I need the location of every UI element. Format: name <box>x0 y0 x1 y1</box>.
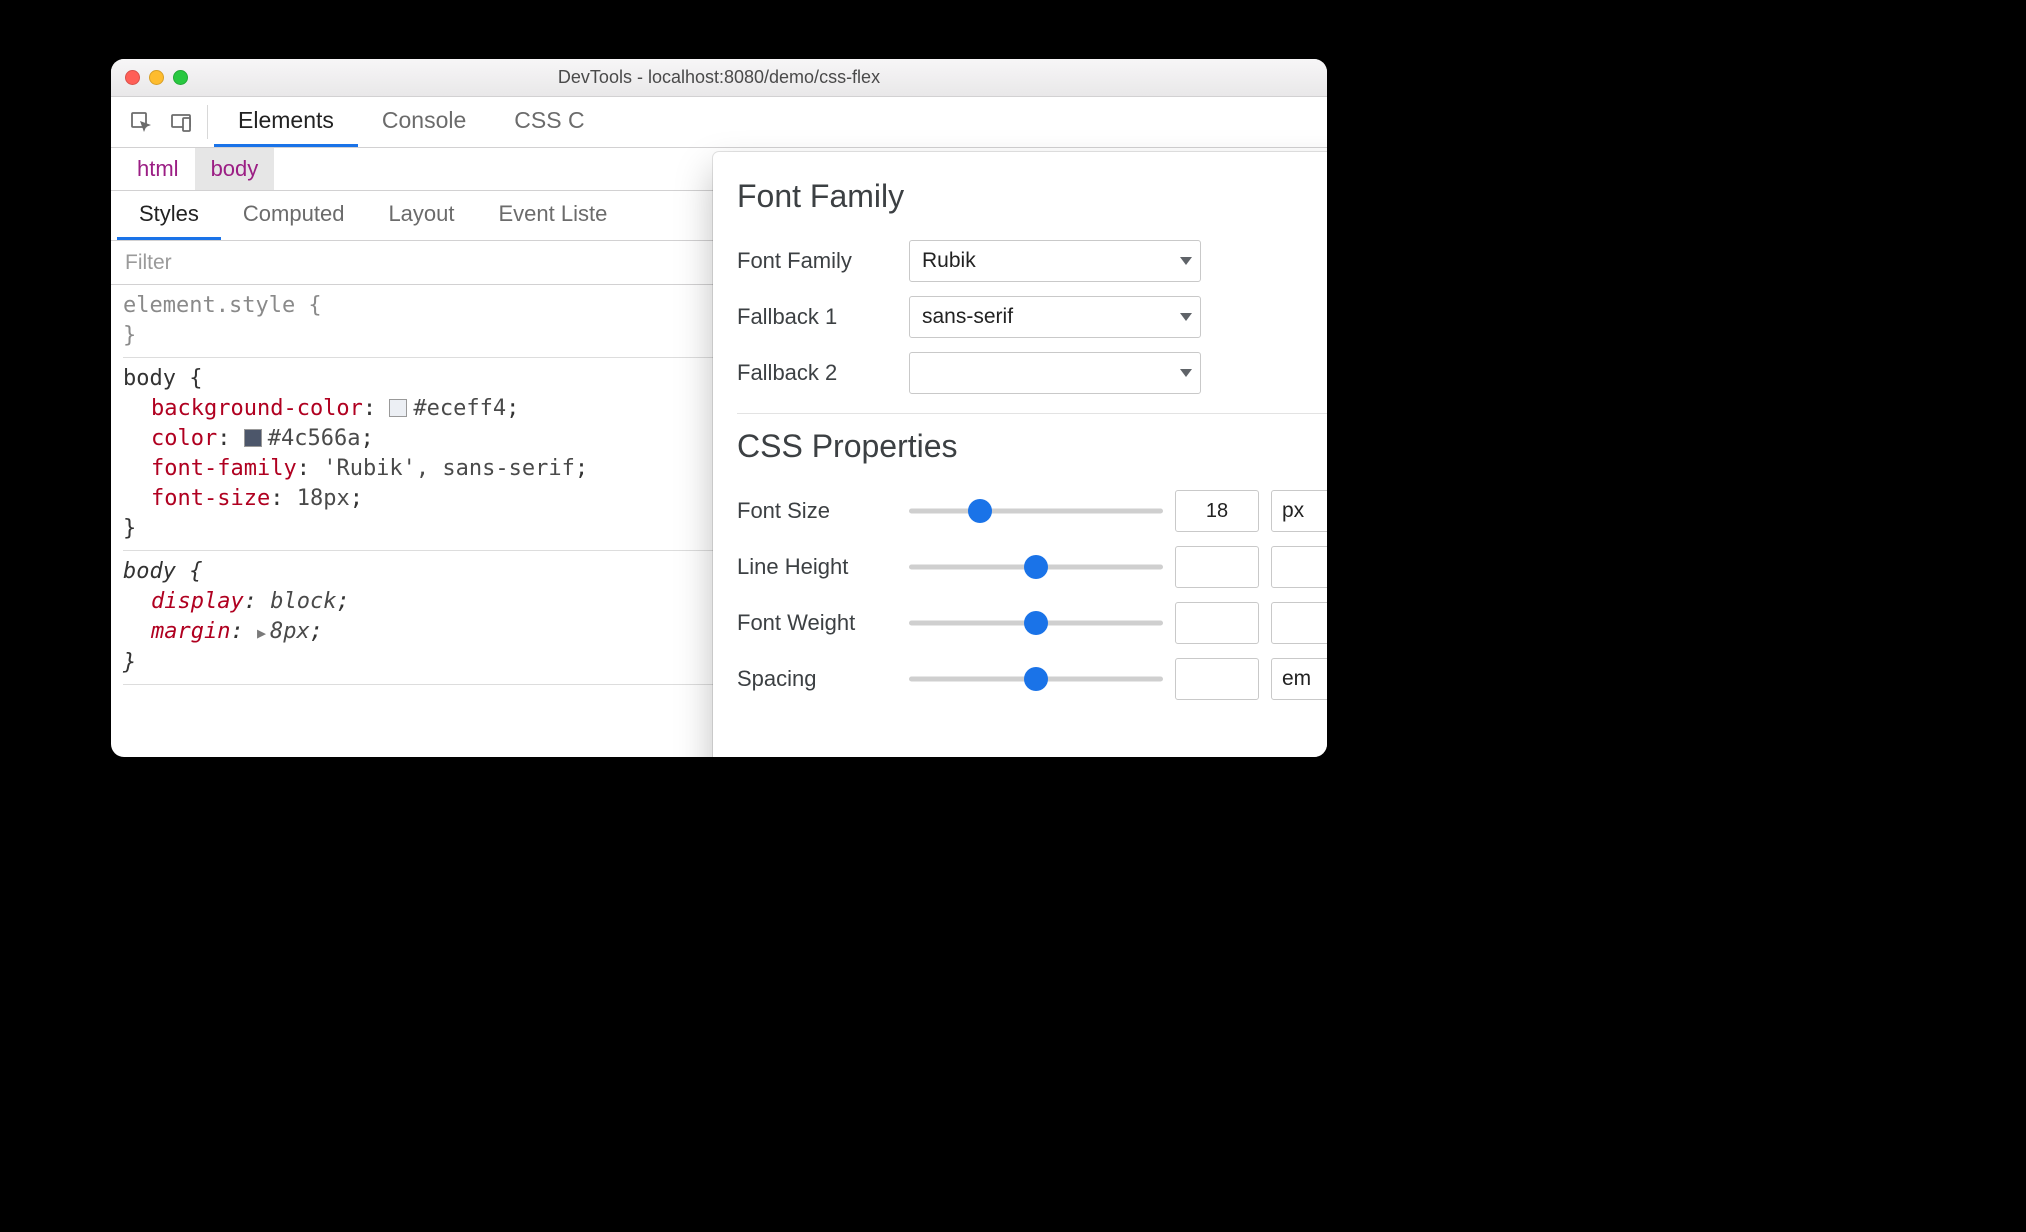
label-line-height: Line Height <box>737 554 897 580</box>
font-family-heading: Font Family <box>737 178 1327 215</box>
font-editor-panel: Font Family Font Family Rubik Fallback 1… <box>713 152 1327 757</box>
fallback-2-select[interactable] <box>909 352 1201 394</box>
label-fallback-2: Fallback 2 <box>737 360 897 386</box>
device-toolbar-icon[interactable] <box>161 97 201 147</box>
line-height-input[interactable] <box>1175 546 1259 588</box>
slider-thumb[interactable] <box>1024 555 1048 579</box>
row-fallback-2: Fallback 2 <box>737 345 1327 401</box>
titlebar: DevTools - localhost:8080/demo/css-flex <box>111 59 1327 97</box>
label-font-family: Font Family <box>737 248 897 274</box>
val-margin: 8px <box>270 619 310 644</box>
row-line-height: Line Height <box>737 539 1327 595</box>
prop-font-size: font-size <box>151 486 270 511</box>
selector: body { <box>123 366 202 391</box>
window-controls <box>125 70 188 85</box>
window-title: DevTools - localhost:8080/demo/css-flex <box>111 67 1327 88</box>
tab-console[interactable]: Console <box>358 97 490 147</box>
line-height-slider[interactable] <box>909 546 1163 588</box>
row-spacing: Spacing em <box>737 651 1327 707</box>
slider-thumb[interactable] <box>968 499 992 523</box>
font-weight-slider[interactable] <box>909 602 1163 644</box>
prop-color: color <box>151 426 217 451</box>
divider <box>207 105 208 139</box>
css-properties-heading: CSS Properties <box>737 428 1327 465</box>
label-font-size: Font Size <box>737 498 897 524</box>
label-fallback-1: Fallback 1 <box>737 304 897 330</box>
spacing-unit-select[interactable]: em <box>1271 658 1327 700</box>
selector: element.style { <box>123 293 322 318</box>
prop-display: display <box>151 589 244 614</box>
brace-close: } <box>123 650 136 675</box>
label-font-weight: Font Weight <box>737 610 897 636</box>
row-fallback-1: Fallback 1 sans-serif <box>737 289 1327 345</box>
val-font-family: 'Rubik', sans-serif <box>323 456 575 481</box>
font-weight-input[interactable] <box>1175 602 1259 644</box>
slider-thumb[interactable] <box>1024 611 1048 635</box>
font-size-input[interactable]: 18 <box>1175 490 1259 532</box>
prop-font-family: font-family <box>151 456 297 481</box>
chevron-down-icon <box>1180 313 1192 321</box>
fallback-1-select[interactable]: sans-serif <box>909 296 1201 338</box>
font-weight-unit-select[interactable] <box>1271 602 1327 644</box>
subtab-computed[interactable]: Computed <box>221 191 367 240</box>
brace-close: } <box>123 323 136 348</box>
close-window-button[interactable] <box>125 70 140 85</box>
val-background-color: #eceff4 <box>413 396 506 421</box>
prop-margin: margin <box>151 619 230 644</box>
spacing-slider[interactable] <box>909 658 1163 700</box>
spacing-input[interactable] <box>1175 658 1259 700</box>
selector: body { <box>123 559 202 584</box>
val-display: block <box>270 589 336 614</box>
tab-css-cut[interactable]: CSS C <box>490 97 608 147</box>
line-height-unit-select[interactable] <box>1271 546 1327 588</box>
val-color: #4c566a <box>268 426 361 451</box>
row-font-weight: Font Weight <box>737 595 1327 651</box>
devtools-window: DevTools - localhost:8080/demo/css-flex … <box>111 59 1327 757</box>
tab-elements[interactable]: Elements <box>214 97 358 147</box>
color-swatch-icon[interactable] <box>244 429 262 447</box>
color-swatch-icon[interactable] <box>389 399 407 417</box>
expand-shorthand-icon[interactable]: ▶ <box>257 624 266 642</box>
brace-close: } <box>123 516 136 541</box>
crumb-html[interactable]: html <box>121 148 195 190</box>
subtab-event[interactable]: Event Liste <box>477 191 630 240</box>
subtab-styles[interactable]: Styles <box>117 191 221 240</box>
devtools-tabstrip: Elements Console CSS C <box>111 97 1327 148</box>
crumb-body[interactable]: body <box>195 148 275 190</box>
row-font-family: Font Family Rubik <box>737 233 1327 289</box>
row-font-size: Font Size 18 px <box>737 483 1327 539</box>
panel-divider <box>737 413 1327 414</box>
slider-thumb[interactable] <box>1024 667 1048 691</box>
chevron-down-icon <box>1180 369 1192 377</box>
inspect-element-icon[interactable] <box>121 97 161 147</box>
minimize-window-button[interactable] <box>149 70 164 85</box>
prop-background-color: background-color <box>151 396 363 421</box>
val-font-size: 18px <box>297 486 350 511</box>
chevron-down-icon <box>1180 257 1192 265</box>
subtab-layout[interactable]: Layout <box>366 191 476 240</box>
label-spacing: Spacing <box>737 666 897 692</box>
zoom-window-button[interactable] <box>173 70 188 85</box>
font-size-slider[interactable] <box>909 490 1163 532</box>
font-size-unit-select[interactable]: px <box>1271 490 1327 532</box>
font-family-select[interactable]: Rubik <box>909 240 1201 282</box>
